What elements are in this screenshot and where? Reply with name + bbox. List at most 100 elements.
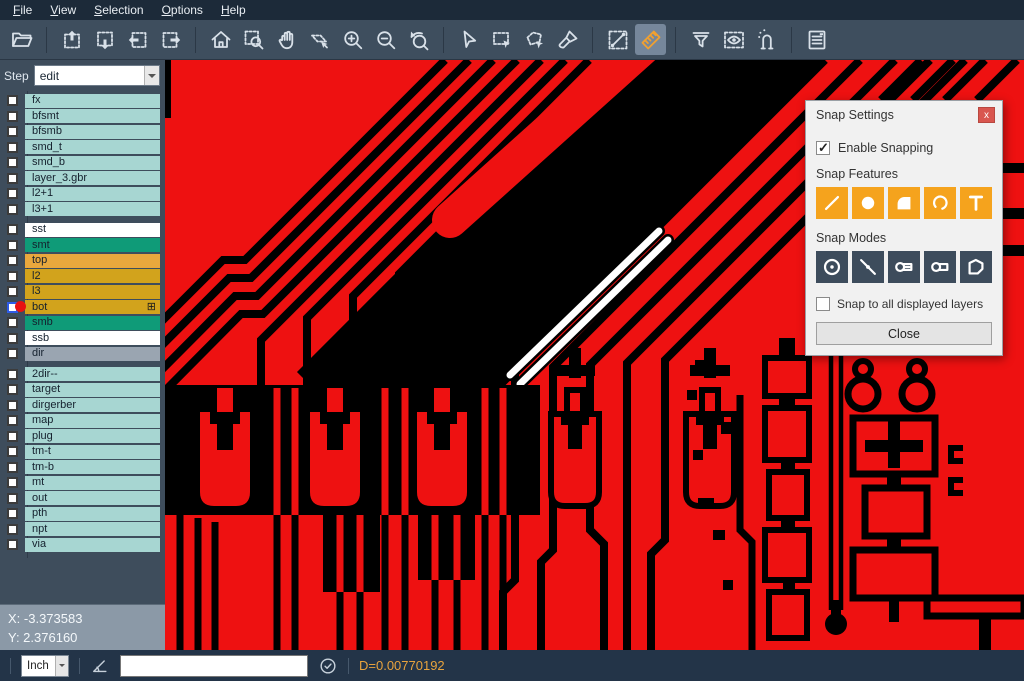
layer-visibility-checkbox[interactable] [7,240,18,251]
layer-row-l2+1[interactable]: l2+1 [0,186,160,202]
layer-name[interactable]: via [25,538,160,552]
snap-text-button[interactable] [960,187,992,219]
mode-corner-button[interactable] [960,251,992,283]
menu-file[interactable]: File [4,1,41,19]
snap-line-button[interactable] [816,187,848,219]
home-view-button[interactable] [205,24,236,55]
zoom-window-button[interactable] [238,24,269,55]
layer-name[interactable]: l2 [25,269,160,283]
layer-row-map[interactable]: map [0,413,160,429]
layer-name[interactable]: mt [25,476,160,490]
enable-snapping-checkbox[interactable] [816,141,830,155]
layer-visibility-checkbox[interactable] [7,369,18,380]
menu-help[interactable]: Help [212,1,255,19]
layer-row-pth[interactable]: pth [0,506,160,522]
layer-row-bot[interactable]: bot⊞ [0,300,160,316]
layer-row-fx[interactable]: fx [0,93,160,109]
close-button[interactable]: Close [816,322,992,345]
layer-visibility-checkbox[interactable] [7,524,18,535]
layer-row-smt[interactable]: smt [0,238,160,254]
layer-visibility-checkbox[interactable] [7,224,18,235]
layer-name[interactable]: smb [25,316,160,330]
layer-row-top[interactable]: top [0,253,160,269]
zoom-previous-button[interactable] [403,24,434,55]
measure-line-button[interactable] [602,24,633,55]
layer-name[interactable]: dir [25,347,160,361]
layer-name[interactable]: top [25,254,160,268]
shift-up-button[interactable] [56,24,87,55]
layer-name[interactable]: bfsmt [25,109,160,123]
layer-visibility-checkbox[interactable] [7,333,18,344]
layer-row-out[interactable]: out [0,491,160,507]
layer-visibility-checkbox[interactable] [7,188,18,199]
attributes-panel-button[interactable] [801,24,832,55]
layer-row-dir[interactable]: dir [0,346,160,362]
shift-left-button[interactable] [122,24,153,55]
snap-pad-button[interactable] [852,187,884,219]
open-folder-button[interactable] [6,24,37,55]
layer-visibility-checkbox[interactable] [7,446,18,457]
layer-visibility-checkbox[interactable] [7,493,18,504]
layer-row-plug[interactable]: plug [0,429,160,445]
menu-selection[interactable]: Selection [85,1,152,19]
layer-row-dirgerber[interactable]: dirgerber [0,398,160,414]
layer-name[interactable]: l2+1 [25,187,160,201]
layer-visibility-checkbox[interactable] [7,317,18,328]
layer-name[interactable]: smd_b [25,156,160,170]
layer-name[interactable]: dirgerber [25,398,160,412]
layer-visibility-checkbox[interactable] [7,384,18,395]
layer-name[interactable]: out [25,491,160,505]
step-select[interactable]: edit [34,65,160,86]
layer-name[interactable]: fx [25,94,160,108]
layer-name[interactable]: layer_3.gbr [25,171,160,185]
select-rect-button[interactable] [486,24,517,55]
snap-surface-button[interactable] [888,187,920,219]
layer-name[interactable]: pth [25,507,160,521]
command-input[interactable] [120,655,308,677]
layer-visibility-checkbox[interactable] [7,157,18,168]
layer-name[interactable]: map [25,414,160,428]
dialog-titlebar[interactable]: Snap Settings x [806,101,1002,125]
mode-point-button[interactable] [852,251,884,283]
layer-name[interactable]: target [25,383,160,397]
layer-name[interactable]: sst [25,223,160,237]
ruler-button[interactable] [635,24,666,55]
layer-name[interactable]: 2dir-- [25,367,160,381]
layer-row-sst[interactable]: sst [0,222,160,238]
layer-visibility-checkbox[interactable] [7,400,18,411]
menu-view[interactable]: View [41,1,85,19]
zoom-out-button[interactable] [370,24,401,55]
layer-name[interactable]: l3 [25,285,160,299]
layer-row-smd_t[interactable]: smd_t [0,140,160,156]
layer-visibility-checkbox[interactable] [7,142,18,153]
layer-name[interactable]: plug [25,429,160,443]
layer-name[interactable]: ssb [25,331,160,345]
layer-visibility-checkbox[interactable] [7,111,18,122]
layer-row-ssb[interactable]: ssb [0,331,160,347]
view-highlight-button[interactable] [718,24,749,55]
filter-button[interactable] [685,24,716,55]
layer-name[interactable]: bot⊞ [25,300,160,314]
close-icon[interactable]: x [978,107,995,123]
mode-center-button[interactable] [816,251,848,283]
layer-row-target[interactable]: target [0,382,160,398]
layer-row-tm-t[interactable]: tm-t [0,444,160,460]
layer-row-via[interactable]: via [0,537,160,553]
unit-select[interactable]: Inch [21,655,69,677]
layer-row-l3[interactable]: l3 [0,284,160,300]
layer-visibility-checkbox[interactable] [7,255,18,266]
menu-options[interactable]: Options [153,1,212,19]
layer-row-smb[interactable]: smb [0,315,160,331]
layer-row-mt[interactable]: mt [0,475,160,491]
zoom-in-button[interactable] [337,24,368,55]
layer-name[interactable]: tm-b [25,460,160,474]
layer-row-layer_3.gbr[interactable]: layer_3.gbr [0,171,160,187]
layer-visibility-checkbox[interactable] [7,204,18,215]
layer-name[interactable]: tm-t [25,445,160,459]
pan-hand-button[interactable] [271,24,302,55]
layer-row-l3+1[interactable]: l3+1 [0,202,160,218]
layer-row-smd_b[interactable]: smd_b [0,155,160,171]
layer-row-bfsmt[interactable]: bfsmt [0,109,160,125]
zoom-object-button[interactable] [304,24,335,55]
layer-visibility-checkbox[interactable] [7,462,18,473]
